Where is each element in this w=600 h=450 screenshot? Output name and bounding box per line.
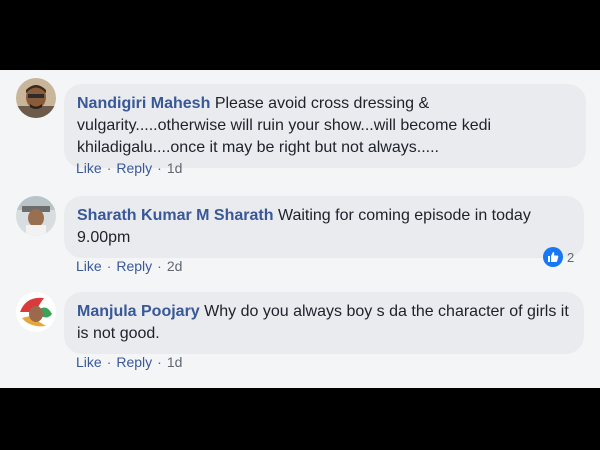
user-photo-icon <box>16 196 56 236</box>
like-link[interactable]: Like <box>76 258 102 274</box>
user-photo-icon <box>16 78 56 118</box>
thumbs-up-icon <box>543 247 563 267</box>
reaction-count: 2 <box>567 249 575 265</box>
separator: · <box>157 258 162 274</box>
like-link[interactable]: Like <box>76 160 102 176</box>
avatar[interactable] <box>16 292 56 332</box>
reaction-summary[interactable]: 2 <box>543 246 574 268</box>
user-photo-icon <box>16 292 56 332</box>
comment-age[interactable]: 1d <box>167 160 183 176</box>
comments-panel: Nandigiri Mahesh Please avoid cross dres… <box>0 70 600 388</box>
separator: · <box>106 354 112 370</box>
comment-bubble: Manjula Poojary Why do you always boy s … <box>64 292 584 354</box>
comment-actions: Like · Reply · 1d <box>76 354 182 370</box>
reply-link[interactable]: Reply <box>116 160 152 176</box>
comment-age[interactable]: 2d <box>167 258 183 274</box>
comment-author[interactable]: Manjula Poojary <box>77 303 200 320</box>
comment-actions: Like · Reply · 1d <box>76 160 182 176</box>
avatar[interactable] <box>16 78 56 118</box>
separator: · <box>106 258 112 274</box>
reply-link[interactable]: Reply <box>116 258 152 274</box>
separator: · <box>157 354 162 370</box>
comment-author[interactable]: Sharath Kumar M Sharath <box>77 207 273 224</box>
comment-bubble: Nandigiri Mahesh Please avoid cross dres… <box>64 84 586 168</box>
separator: · <box>106 160 112 176</box>
comment-author[interactable]: Nandigiri Mahesh <box>77 95 210 112</box>
comment-actions: Like · Reply · 2d <box>76 258 182 274</box>
like-link[interactable]: Like <box>76 354 102 370</box>
comment-age[interactable]: 1d <box>167 354 183 370</box>
avatar[interactable] <box>16 196 56 236</box>
reply-link[interactable]: Reply <box>116 354 152 370</box>
separator: · <box>157 160 162 176</box>
comment-bubble: Sharath Kumar M Sharath Waiting for comi… <box>64 196 584 258</box>
